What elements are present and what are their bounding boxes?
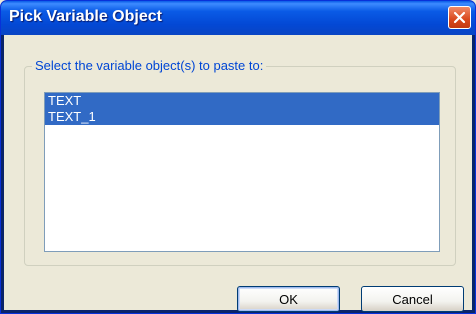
cancel-button[interactable]: Cancel bbox=[361, 286, 464, 312]
list-item-label: TEXT_1 bbox=[48, 109, 96, 124]
groupbox-label: Select the variable object(s) to paste t… bbox=[32, 58, 267, 73]
close-button[interactable] bbox=[448, 6, 471, 29]
list-item[interactable]: TEXT bbox=[45, 93, 439, 109]
title-bar[interactable]: Pick Variable Object bbox=[1, 1, 475, 35]
list-item[interactable]: TEXT_1 bbox=[45, 109, 439, 125]
dialog-body: Select the variable object(s) to paste t… bbox=[4, 35, 472, 312]
close-icon bbox=[453, 11, 466, 24]
list-item-label: TEXT bbox=[48, 93, 82, 108]
variable-object-list[interactable]: TEXT TEXT_1 bbox=[44, 92, 440, 252]
ok-button[interactable]: OK bbox=[237, 286, 340, 312]
dialog-window: Pick Variable Object Select the variable… bbox=[0, 0, 476, 314]
dialog-title: Pick Variable Object bbox=[9, 8, 162, 25]
